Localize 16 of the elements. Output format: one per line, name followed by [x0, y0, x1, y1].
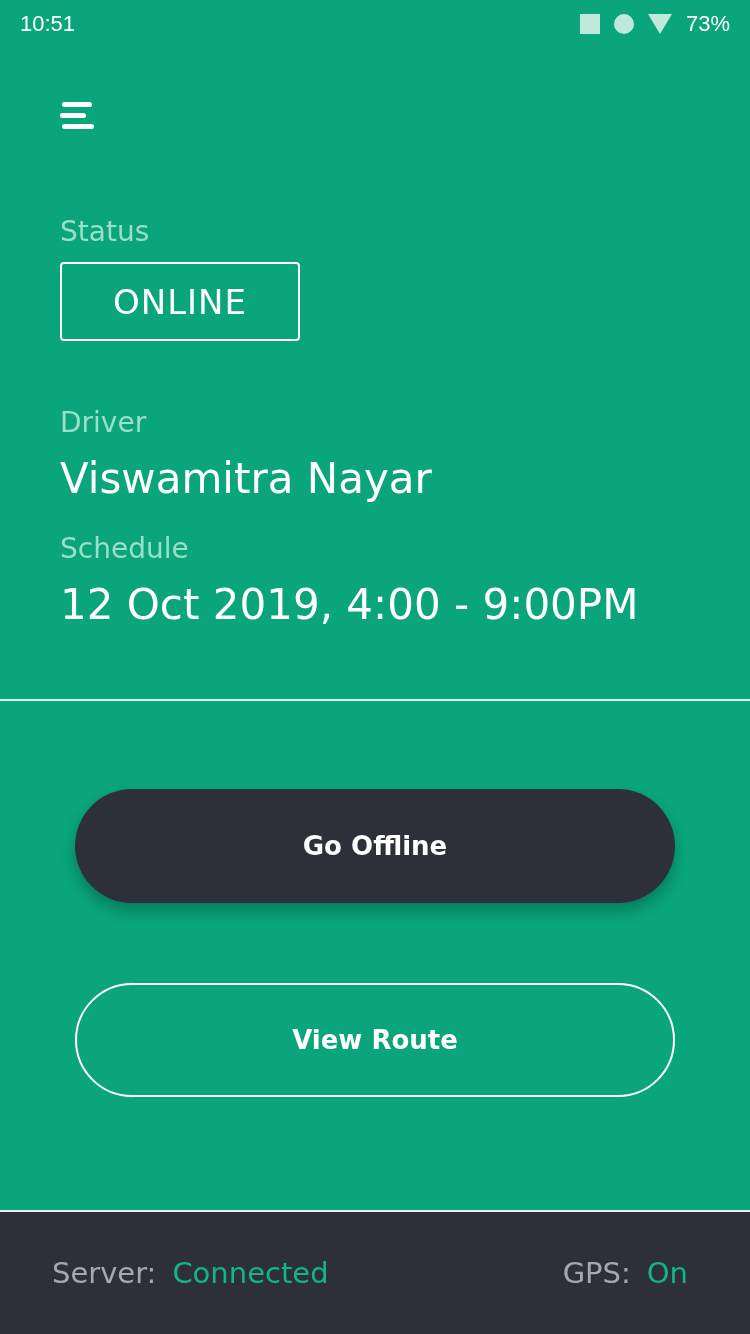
- battery-percent: 73%: [685, 11, 730, 37]
- server-label: Server:: [52, 1256, 157, 1290]
- menu-icon[interactable]: [60, 102, 94, 130]
- square-icon: [579, 14, 600, 34]
- circle-icon: [613, 14, 634, 34]
- gps-label: GPS:: [562, 1256, 631, 1290]
- server-status: Connected: [172, 1256, 329, 1290]
- time: 10:51: [20, 11, 76, 37]
- go-offline-button[interactable]: Go Offline: [75, 789, 675, 903]
- schedule-label: Schedule: [60, 531, 189, 567]
- gps-status: On: [646, 1256, 688, 1290]
- driver-label: Driver: [60, 405, 147, 441]
- driver-name: Viswamitra Nayar: [60, 453, 432, 505]
- status-badge: ONLINE: [60, 262, 300, 341]
- schedule-value: 12 Oct 2019, 4:00 - 9:00PM: [60, 579, 639, 631]
- status-label: Status: [60, 214, 150, 250]
